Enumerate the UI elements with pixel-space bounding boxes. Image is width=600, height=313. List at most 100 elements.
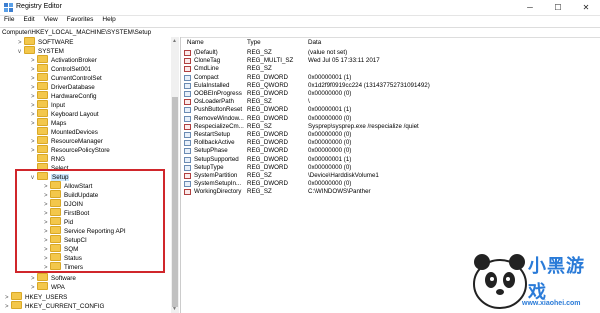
column-header-type[interactable]: Type <box>247 39 261 46</box>
value-name: SystemSetupIn... <box>194 180 242 188</box>
value-type: REG_SZ <box>247 49 272 56</box>
value-name: RemoveWindow... <box>194 114 244 122</box>
value-type: REG_DWORD <box>247 90 288 97</box>
scroll-up-icon[interactable]: ▲ <box>172 38 177 44</box>
close-button[interactable]: ✕ <box>572 0 600 15</box>
value-data: (value not set) <box>308 49 348 56</box>
value-type: REG_DWORD <box>247 163 288 171</box>
tree-item-label: Maps <box>51 120 67 127</box>
value-type: REG_DWORD <box>247 147 288 155</box>
window-title: Registry Editor <box>16 3 62 10</box>
binary-value-icon <box>184 148 191 155</box>
value-name: RespecializeCm... <box>194 122 244 130</box>
folder-icon <box>37 154 48 162</box>
menu-view[interactable]: View <box>40 15 63 26</box>
string-value-icon <box>184 173 191 179</box>
folder-icon <box>37 64 48 72</box>
value-data: 0x00000000 (0) <box>308 163 352 171</box>
folder-icon <box>24 37 35 45</box>
tree-item-label: HKEY_CURRENT_CONFIG <box>25 303 105 310</box>
folder-icon <box>37 91 48 99</box>
binary-value-icon <box>184 164 191 171</box>
watermark-url: www.xiaohei.com <box>522 300 581 307</box>
tree-item-label: Keyboard Layout <box>51 111 99 118</box>
folder-icon <box>37 100 48 108</box>
folder-icon <box>37 55 48 63</box>
folder-icon <box>37 109 48 117</box>
value-name: (Default) <box>194 49 218 56</box>
value-data: \ <box>308 98 310 106</box>
menu-help[interactable]: Help <box>98 15 120 26</box>
value-name: EulaInstalled <box>194 81 230 89</box>
binary-value-icon <box>184 132 191 138</box>
value-data: 0x00000001 (1) <box>308 106 352 114</box>
value-type: REG_DWORD <box>247 139 288 147</box>
menu-file[interactable]: File <box>0 15 19 26</box>
value-data: 0x00000000 (0) <box>308 90 352 97</box>
value-name: SystemPartition <box>194 172 238 179</box>
tree-item-label: ControlSet001 <box>51 66 92 73</box>
value-type: REG_DWORD <box>247 114 288 122</box>
value-type: REG_SZ <box>247 172 272 179</box>
string-value-icon <box>184 58 191 65</box>
binary-value-icon <box>184 140 191 147</box>
folder-icon <box>24 46 35 54</box>
string-value-icon <box>184 66 191 73</box>
folder-icon <box>37 136 48 144</box>
value-name: SetupPhase <box>194 147 228 155</box>
value-name: OOBEInProgress <box>194 90 242 97</box>
value-name: RestartSetup <box>194 131 231 138</box>
value-data: 0x00000000 (0) <box>308 131 352 138</box>
tree-item-label: SYSTEM <box>38 48 64 55</box>
tree-scrollbar[interactable]: ▲ ▼ <box>171 37 179 313</box>
scrollbar-thumb[interactable] <box>172 97 178 307</box>
minimize-button[interactable]: ─ <box>516 0 544 15</box>
folder-icon <box>11 292 22 300</box>
binary-value-icon <box>184 91 191 97</box>
value-data: 0x00000001 (1) <box>308 73 352 81</box>
value-data: 0x00000000 (0) <box>308 147 352 155</box>
string-value-icon <box>184 189 191 196</box>
menu-favorites[interactable]: Favorites <box>63 15 99 26</box>
value-data: Sysprep\sysprep.exe /respecialize /quiet <box>308 122 419 130</box>
maximize-button[interactable]: ☐ <box>544 0 572 15</box>
value-data: 0x00000001 (1) <box>308 155 352 163</box>
registry-editor-icon <box>4 3 13 12</box>
tree-item-label: RNG <box>51 156 65 163</box>
value-data: Wed Jul 05 17:33:11 2017 <box>308 57 380 65</box>
value-name: SetupType <box>194 163 224 171</box>
value-data: 0x1d2f9f0919cc224 (131437752731091492) <box>308 81 430 89</box>
value-type: REG_SZ <box>247 122 272 130</box>
tree-item-hkey-current-config[interactable]: > HKEY_CURRENT_CONFIG <box>5 301 104 311</box>
string-value-icon <box>184 123 191 130</box>
value-type: REG_DWORD <box>247 106 288 114</box>
value-name: SetupSupported <box>194 155 239 163</box>
value-data: C:\WINDOWS\Panther <box>308 188 371 196</box>
value-type: REG_QWORD <box>247 81 289 89</box>
column-header-data[interactable]: Data <box>308 39 321 46</box>
tree-item-label: MountedDevices <box>51 129 98 136</box>
folder-icon <box>37 273 48 281</box>
folder-icon <box>37 127 48 135</box>
menu-edit[interactable]: Edit <box>19 15 39 26</box>
folder-icon <box>37 282 48 290</box>
tree-item-label: ActivationBroker <box>51 57 97 64</box>
column-header-name[interactable]: Name <box>187 39 204 46</box>
value-row[interactable]: WorkingDirectory REG_SZ C:\WINDOWS\Panther <box>183 188 600 197</box>
tree-item-label: HardwareConfig <box>51 93 97 100</box>
value-data: 0x00000000 (0) <box>308 114 352 122</box>
binary-value-icon <box>184 107 191 114</box>
value-type: REG_DWORD <box>247 155 288 163</box>
tree-item-label: Input <box>51 102 66 109</box>
value-type: REG_DWORD <box>247 131 288 138</box>
value-name: RollbackActive <box>194 139 235 147</box>
value-data: 0x00000000 (0) <box>308 139 352 147</box>
value-type: REG_DWORD <box>247 73 288 81</box>
tree-item-wpa[interactable]: > WPA <box>31 282 65 292</box>
tree-item-label: DriverDatabase <box>51 84 95 91</box>
scroll-down-icon[interactable]: ▼ <box>172 306 177 312</box>
folder-icon <box>37 73 48 81</box>
value-name: CloneTag <box>194 57 221 65</box>
binary-value-icon <box>184 74 191 81</box>
tree-item-label: WPA <box>51 284 65 291</box>
